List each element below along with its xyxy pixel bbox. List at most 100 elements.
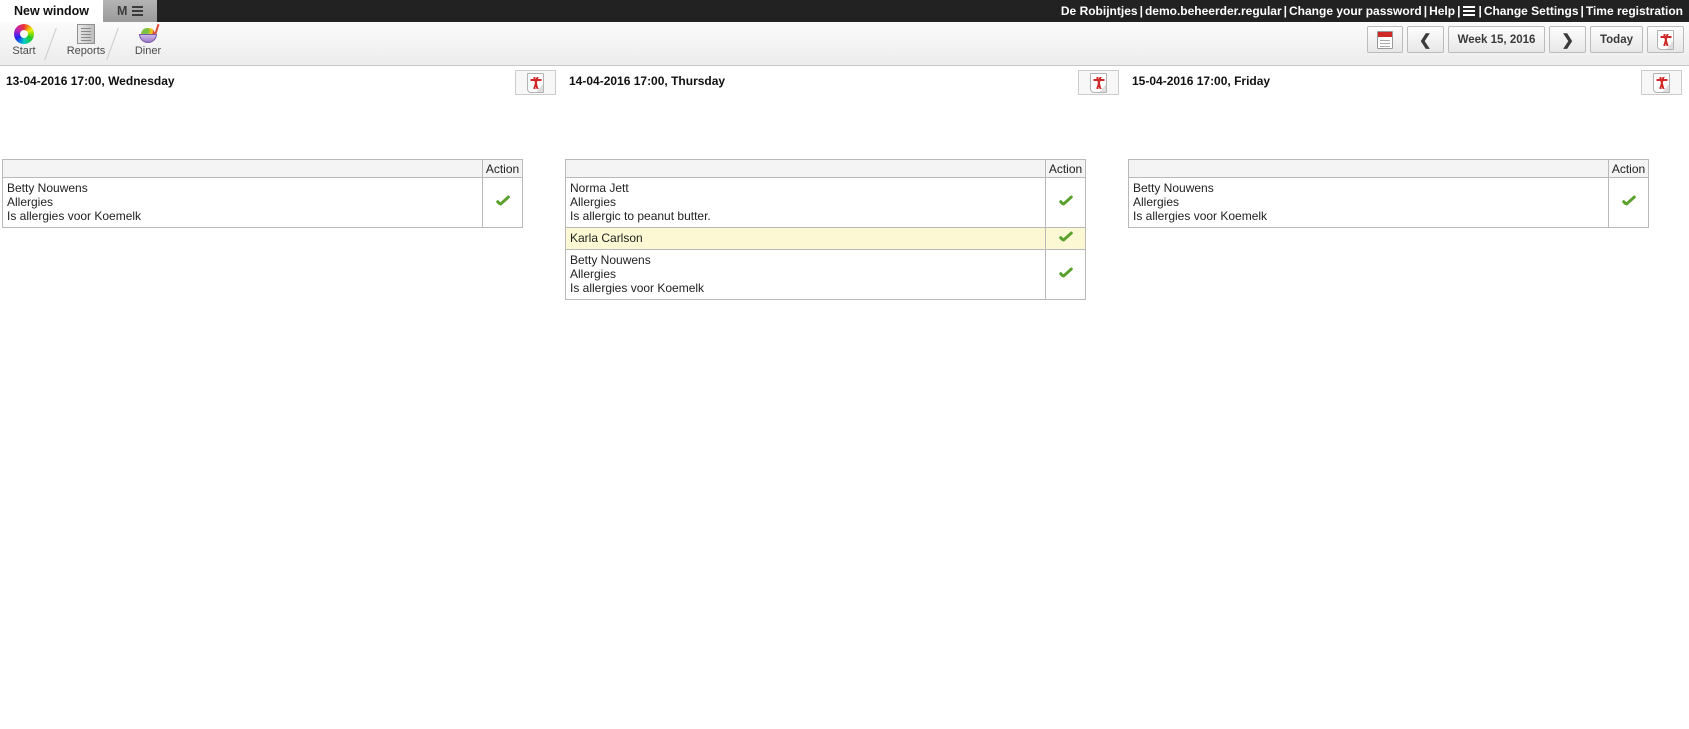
guest-name: Betty Nouwens [570,253,651,267]
pdf-icon [1090,72,1107,93]
pdf-icon [1657,29,1674,50]
check-icon[interactable] [1058,267,1073,279]
guest-name: Betty Nouwens [1133,181,1214,195]
allergy-label: Allergies [570,195,617,209]
day-column-thursday: 14-04-2016 17:00, Thursday Action Norma … [563,66,1126,300]
allergy-label: Allergies [7,195,54,209]
row-action-cell[interactable] [1608,177,1649,228]
toolbar-item-start-label: Start [12,45,36,57]
previous-week-button[interactable]: ❮ [1407,26,1444,53]
table-row[interactable]: Betty Nouwens Allergies Is allergies voo… [565,249,1086,300]
table-header-row: Action [1128,159,1649,178]
table-row[interactable]: Betty Nouwens Allergies Is allergies voo… [1128,177,1649,228]
row-details: Karla Carlson [565,227,1046,250]
day-title: 14-04-2016 17:00, Thursday [569,74,726,88]
column-header-name [1128,159,1609,178]
header-separator: | [1423,4,1428,18]
day-header: 15-04-2016 17:00, Friday [1126,66,1689,96]
main-toolbar: Start Reports Diner ❮ Week 15, 2016 ❯ To [0,22,1689,66]
guest-name: Norma Jett [570,181,629,195]
header-org-name: De Robijntjes [1060,4,1138,18]
day-spacer [0,96,563,159]
toolbar-item-start[interactable]: Start [0,22,48,65]
guest-name: Karla Carlson [570,231,643,245]
chevron-left-icon: ❮ [1419,31,1432,49]
day-table: Action Betty Nouwens Allergies Is allerg… [2,159,523,228]
row-action-cell[interactable] [1045,249,1086,300]
tab-new-window[interactable]: New window [0,0,103,22]
check-icon[interactable] [1621,195,1636,207]
allergy-description: Is allergies voor Koemelk [1133,209,1268,223]
help-link[interactable]: Help [1429,4,1455,18]
day-title: 15-04-2016 17:00, Friday [1132,74,1271,88]
toolbar-item-diner[interactable]: Diner [124,22,172,65]
header-separator: | [1457,4,1461,18]
current-period-label[interactable]: Week 15, 2016 [1447,26,1546,53]
day-export-pdf-button[interactable] [515,70,556,95]
header-separator: | [1580,4,1584,18]
check-icon[interactable] [1058,195,1073,207]
table-header-row: Action [2,159,523,178]
pdf-icon [527,72,544,93]
chevron-right-icon: ❯ [1561,31,1574,49]
table-row[interactable]: Norma Jett Allergies Is allergic to pean… [565,177,1086,228]
allergy-description: Is allergies voor Koemelk [7,209,142,223]
column-header-name [565,159,1046,178]
start-icon [14,24,34,44]
change-settings-link[interactable]: Change Settings [1484,4,1579,18]
column-header-action: Action [482,159,523,178]
window-titlebar: New window M De Robijntjes | demo.beheer… [0,0,1689,22]
day-export-pdf-button[interactable] [1641,70,1682,95]
row-details: Betty Nouwens Allergies Is allergies voo… [2,177,483,228]
column-header-name [2,159,483,178]
day-spacer [563,96,1126,159]
row-details: Betty Nouwens Allergies Is allergies voo… [1128,177,1609,228]
row-action-cell[interactable] [482,177,523,228]
header-separator: | [1283,4,1288,18]
day-header: 14-04-2016 17:00, Thursday [563,66,1126,96]
hamburger-icon[interactable] [1463,4,1476,18]
export-pdf-button[interactable] [1647,26,1684,53]
day-table: Action Betty Nouwens Allergies Is allerg… [1128,159,1649,228]
toolbar-item-reports-label: Reports [66,45,106,57]
today-button[interactable]: Today [1589,26,1643,53]
day-header: 13-04-2016 17:00, Wednesday [0,66,563,96]
day-title: 13-04-2016 17:00, Wednesday [6,74,175,88]
row-details: Betty Nouwens Allergies Is allergies voo… [565,249,1046,300]
tab-menu-label: M [117,4,129,18]
toolbar-item-diner-label: Diner [134,45,162,57]
toolbar-modules: Start Reports Diner [0,22,172,65]
table-row[interactable]: Betty Nouwens Allergies Is allergies voo… [2,177,523,228]
day-table: Action Norma Jett Allergies Is allergic … [565,159,1086,300]
day-column-wednesday: 13-04-2016 17:00, Wednesday Action Betty… [0,66,563,228]
week-day-columns: 13-04-2016 17:00, Wednesday Action Betty… [0,66,1689,300]
pdf-icon [1653,72,1670,93]
guest-name: Betty Nouwens [7,181,88,195]
calendar-picker-button[interactable] [1367,26,1404,53]
toolbar-divider [48,22,62,65]
check-icon[interactable] [495,195,510,207]
row-action-cell[interactable] [1045,227,1086,250]
time-registration-link[interactable]: Time registration [1586,4,1683,18]
allergy-description: Is allergies voor Koemelk [570,281,705,295]
column-header-action: Action [1045,159,1086,178]
day-column-friday: 15-04-2016 17:00, Friday Action Betty No… [1126,66,1689,228]
header-account-bar: De Robijntjes | demo.beheerder.regular |… [1061,0,1683,22]
header-username: demo.beheerder.regular [1144,4,1282,18]
calendar-icon [1377,30,1394,49]
header-separator: | [1139,4,1143,18]
row-action-cell[interactable] [1045,177,1086,228]
day-spacer [1126,96,1689,159]
allergy-label: Allergies [1133,195,1180,209]
check-icon[interactable] [1058,231,1073,243]
table-row[interactable]: Karla Carlson [565,227,1086,250]
day-export-pdf-button[interactable] [1078,70,1119,95]
tab-menu[interactable]: M [103,0,158,22]
reports-icon [77,24,95,44]
header-separator: | [1478,4,1482,18]
change-password-link[interactable]: Change your password [1289,4,1422,18]
period-text: Week 15, 2016 [1457,33,1536,46]
next-week-button[interactable]: ❯ [1549,26,1586,53]
period-navigation: ❮ Week 15, 2016 ❯ Today [1367,26,1684,53]
toolbar-item-reports[interactable]: Reports [62,22,110,65]
